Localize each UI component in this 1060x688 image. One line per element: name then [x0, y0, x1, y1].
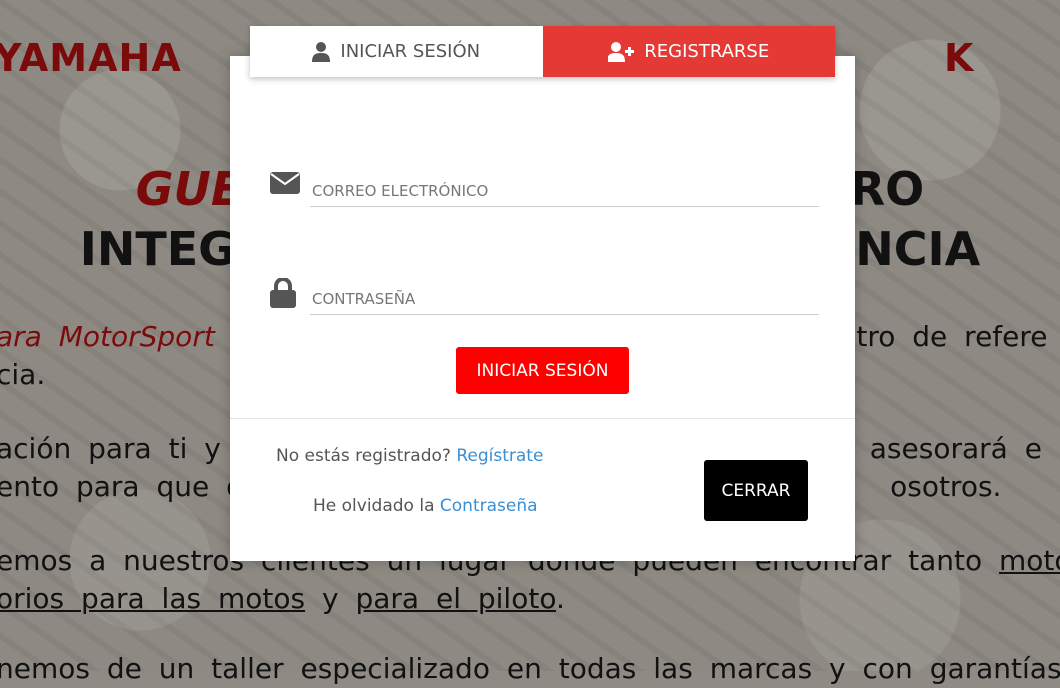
paragraph-text: ación para ti y [0, 432, 221, 465]
user-plus-icon [608, 41, 635, 62]
workshop-paragraph: nemos de un taller especializado en toda… [0, 650, 1060, 688]
tab-register-label: REGISTRARSE [644, 41, 770, 62]
forgot-password-text: He olvidado la [313, 496, 435, 516]
paragraph-text: nemos de un taller especializado en toda… [0, 652, 1060, 685]
login-submit-button[interactable]: INICIAR SESIÓN [456, 347, 629, 394]
envelope-icon [270, 172, 300, 194]
register-link[interactable]: Regístrate [456, 446, 543, 466]
tab-login-label: INICIAR SESIÓN [340, 41, 481, 62]
password-field [270, 278, 819, 318]
register-prompt: No estás registrado? Regístrate [276, 446, 543, 466]
paragraph-text: ento para que dis [0, 470, 267, 503]
brand-name-text: ara MotorSport [0, 320, 215, 353]
brand-logo-right: K [944, 36, 975, 80]
email-field [270, 170, 819, 210]
user-icon [312, 41, 331, 62]
yamaha-logo: YAMAHA [0, 36, 182, 80]
close-button[interactable]: CERRAR [704, 460, 808, 521]
paragraph-text: y [321, 582, 339, 615]
forgot-password-link[interactable]: Contraseña [440, 496, 538, 516]
lock-icon [270, 278, 296, 308]
paragraph-text: cia. [0, 358, 46, 391]
paragraph-text: ntro de refere [838, 320, 1048, 353]
paragraph-text: osotros. [890, 470, 1002, 503]
motos-link[interactable]: motos [999, 544, 1060, 577]
register-prompt-text: No estás registrado? [276, 446, 451, 466]
tab-register[interactable]: REGISTRARSE [542, 26, 835, 77]
paragraph-text: te asesorará e [824, 432, 1042, 465]
tab-login[interactable]: INICIAR SESIÓN [250, 26, 543, 77]
password-input[interactable] [310, 284, 819, 315]
email-input[interactable] [310, 176, 819, 207]
accessories-link[interactable]: orios para las motos [0, 582, 305, 615]
paragraph-text: . [555, 582, 565, 615]
forgot-password-prompt: He olvidado la Contraseña [313, 496, 538, 516]
rider-gear-link[interactable]: para el piloto [355, 582, 556, 615]
modal-tabs: INICIAR SESIÓN REGISTRARSE [250, 26, 835, 77]
modal-divider [230, 418, 855, 419]
